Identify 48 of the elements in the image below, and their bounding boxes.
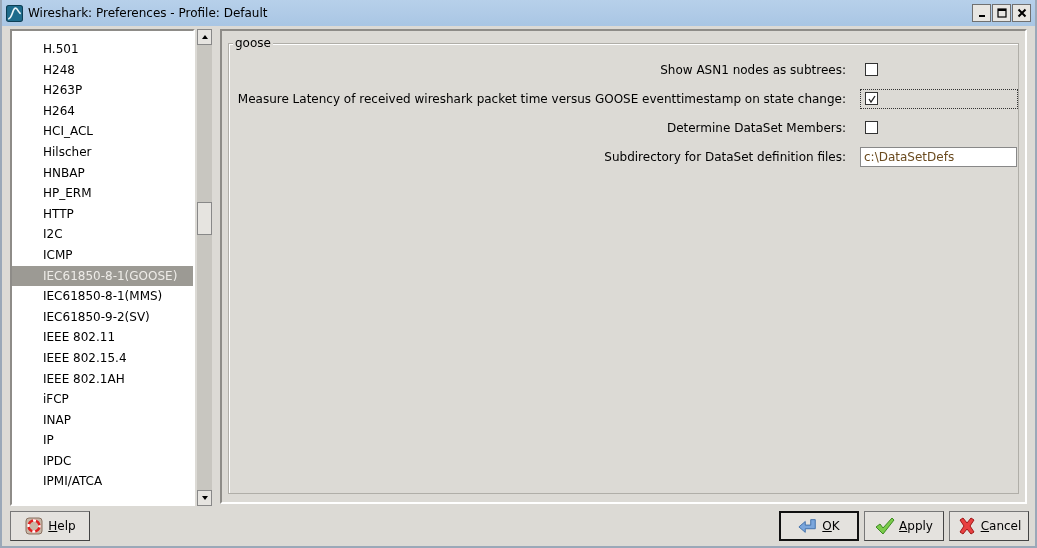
list-item[interactable]: ICMP [12, 244, 193, 266]
close-icon [1016, 8, 1027, 18]
list-item[interactable]: IEC61850-9-2(SV) [12, 306, 193, 328]
help-button[interactable]: Help [10, 511, 90, 541]
list-item[interactable]: IEEE 802.11 [12, 327, 193, 348]
list-item[interactable]: INAP [12, 409, 193, 431]
maximize-button[interactable] [992, 4, 1011, 22]
directory-field[interactable]: c:\DataSetDefs [860, 146, 1017, 167]
list-item[interactable]: H248 [12, 59, 193, 81]
list-item[interactable]: Hilscher [12, 141, 193, 163]
lifebuoy-icon [24, 517, 45, 535]
checkbox[interactable] [865, 121, 878, 134]
list-item[interactable]: H.501 [12, 39, 193, 60]
list-item[interactable]: iFCP [12, 389, 193, 410]
down-arrow-icon[interactable] [200, 494, 209, 502]
setting-label: Measure Latency of received wireshark packet time versus GOOSE eventtimestamp on state change: [236, 91, 846, 106]
checkbox[interactable] [865, 92, 878, 105]
scrollbar[interactable] [197, 29, 212, 506]
setting-label: Determine DataSet Members: [665, 120, 846, 135]
checkbox[interactable] [865, 63, 878, 76]
list-item[interactable]: H264 [12, 100, 193, 122]
cancel-button[interactable]: Cancel [949, 511, 1029, 541]
apply-button[interactable]: Apply [864, 511, 944, 541]
maximize-icon [996, 8, 1007, 18]
setting-label: Subdirectory for DataSet definition files: [603, 149, 846, 164]
scroll-thumb[interactable] [197, 202, 212, 235]
list-item[interactable]: IPDC [12, 450, 193, 472]
return-arrow-icon [798, 517, 819, 535]
list-item[interactable]: HP_ERM [12, 183, 193, 204]
ok-button[interactable]: OK [779, 511, 859, 541]
list-item[interactable]: IP [12, 430, 193, 451]
list-item[interactable]: IEEE 802.1AH [12, 368, 193, 390]
close-button[interactable] [1012, 4, 1031, 22]
list-item[interactable]: IPMI/ATCA [12, 471, 193, 493]
fin-icon [6, 4, 23, 22]
window-title: Wireshark: Preferences - Profile: Default [28, 6, 269, 20]
checkmark-icon [875, 517, 896, 535]
list-item[interactable]: H263P [12, 80, 193, 101]
list-item[interactable]: HNBAP [12, 162, 193, 184]
list-item[interactable]: IEEE 802.15.4 [12, 347, 193, 369]
list-item[interactable]: HTTP [12, 203, 193, 225]
minimize-icon [978, 15, 985, 17]
list-item[interactable]: HCI_ACL [12, 121, 193, 142]
setting-label: Show ASN1 nodes as subtrees: [659, 62, 846, 77]
up-arrow-icon[interactable] [200, 33, 209, 41]
list-item[interactable]: IEC61850-8-1(MMS) [12, 286, 193, 307]
minimize-button[interactable] [972, 4, 991, 22]
list-item[interactable]: I2C [12, 224, 193, 245]
